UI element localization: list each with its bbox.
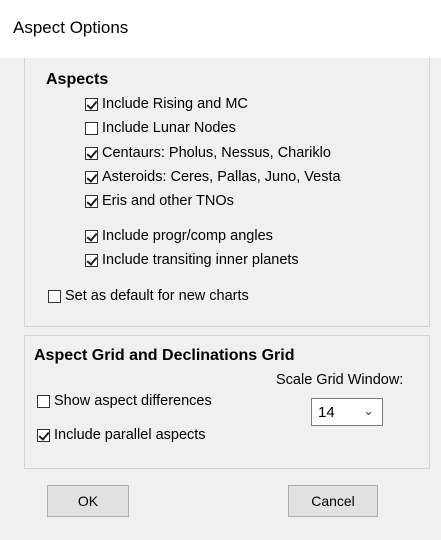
checkbox-box[interactable] (85, 146, 98, 160)
ok-button[interactable]: OK (47, 485, 129, 517)
scale-grid-value: 14 (318, 404, 335, 421)
centaurs-checkbox[interactable]: Centaurs: Pholus, Nessus, Chariklo (85, 145, 331, 161)
checkbox-label: Include Rising and MC (102, 96, 248, 112)
include-progr-comp-angles-checkbox[interactable]: Include progr/comp angles (85, 228, 273, 244)
checkbox-label: Eris and other TNOs (102, 193, 234, 209)
checkbox-box[interactable] (85, 121, 98, 135)
checkbox-box[interactable] (85, 229, 98, 243)
checkbox-box[interactable] (48, 289, 61, 303)
scale-grid-select[interactable]: 14 ⌄ (311, 398, 383, 426)
checkbox-label: Set as default for new charts (65, 288, 249, 304)
include-rising-mc-checkbox[interactable]: Include Rising and MC (85, 96, 248, 112)
checkbox-label: Asteroids: Ceres, Pallas, Juno, Vesta (102, 169, 341, 185)
checkbox-box[interactable] (85, 97, 98, 111)
aspect-grid-heading: Aspect Grid and Declinations Grid (34, 347, 295, 364)
checkbox-label: Include progr/comp angles (102, 228, 273, 244)
chevron-down-icon: ⌄ (363, 403, 374, 418)
cancel-button[interactable]: Cancel (288, 485, 378, 517)
set-default-checkbox[interactable]: Set as default for new charts (48, 288, 249, 304)
checkbox-label: Include Lunar Nodes (102, 120, 236, 136)
include-parallel-aspects-checkbox[interactable]: Include parallel aspects (37, 427, 206, 443)
checkbox-label: Include parallel aspects (54, 427, 206, 443)
checkbox-box[interactable] (37, 428, 50, 442)
checkbox-box[interactable] (85, 170, 98, 184)
aspect-options-dialog: Aspect Options Aspects Include Rising an… (0, 0, 441, 540)
checkbox-label: Show aspect differences (54, 393, 212, 409)
checkbox-box[interactable] (85, 253, 98, 267)
checkbox-box[interactable] (37, 394, 50, 408)
eris-tnos-checkbox[interactable]: Eris and other TNOs (85, 193, 234, 209)
show-aspect-differences-checkbox[interactable]: Show aspect differences (37, 393, 212, 409)
aspects-heading: Aspects (46, 71, 109, 88)
checkbox-label: Centaurs: Pholus, Nessus, Chariklo (102, 145, 331, 161)
title-bar: Aspect Options (0, 0, 441, 58)
asteroids-checkbox[interactable]: Asteroids: Ceres, Pallas, Juno, Vesta (85, 169, 341, 185)
include-lunar-nodes-checkbox[interactable]: Include Lunar Nodes (85, 120, 236, 136)
scale-grid-label: Scale Grid Window: (276, 372, 404, 388)
include-transiting-inner-planets-checkbox[interactable]: Include transiting inner planets (85, 252, 299, 268)
checkbox-label: Include transiting inner planets (102, 252, 299, 268)
checkbox-box[interactable] (85, 194, 98, 208)
dialog-title: Aspect Options (13, 18, 129, 37)
